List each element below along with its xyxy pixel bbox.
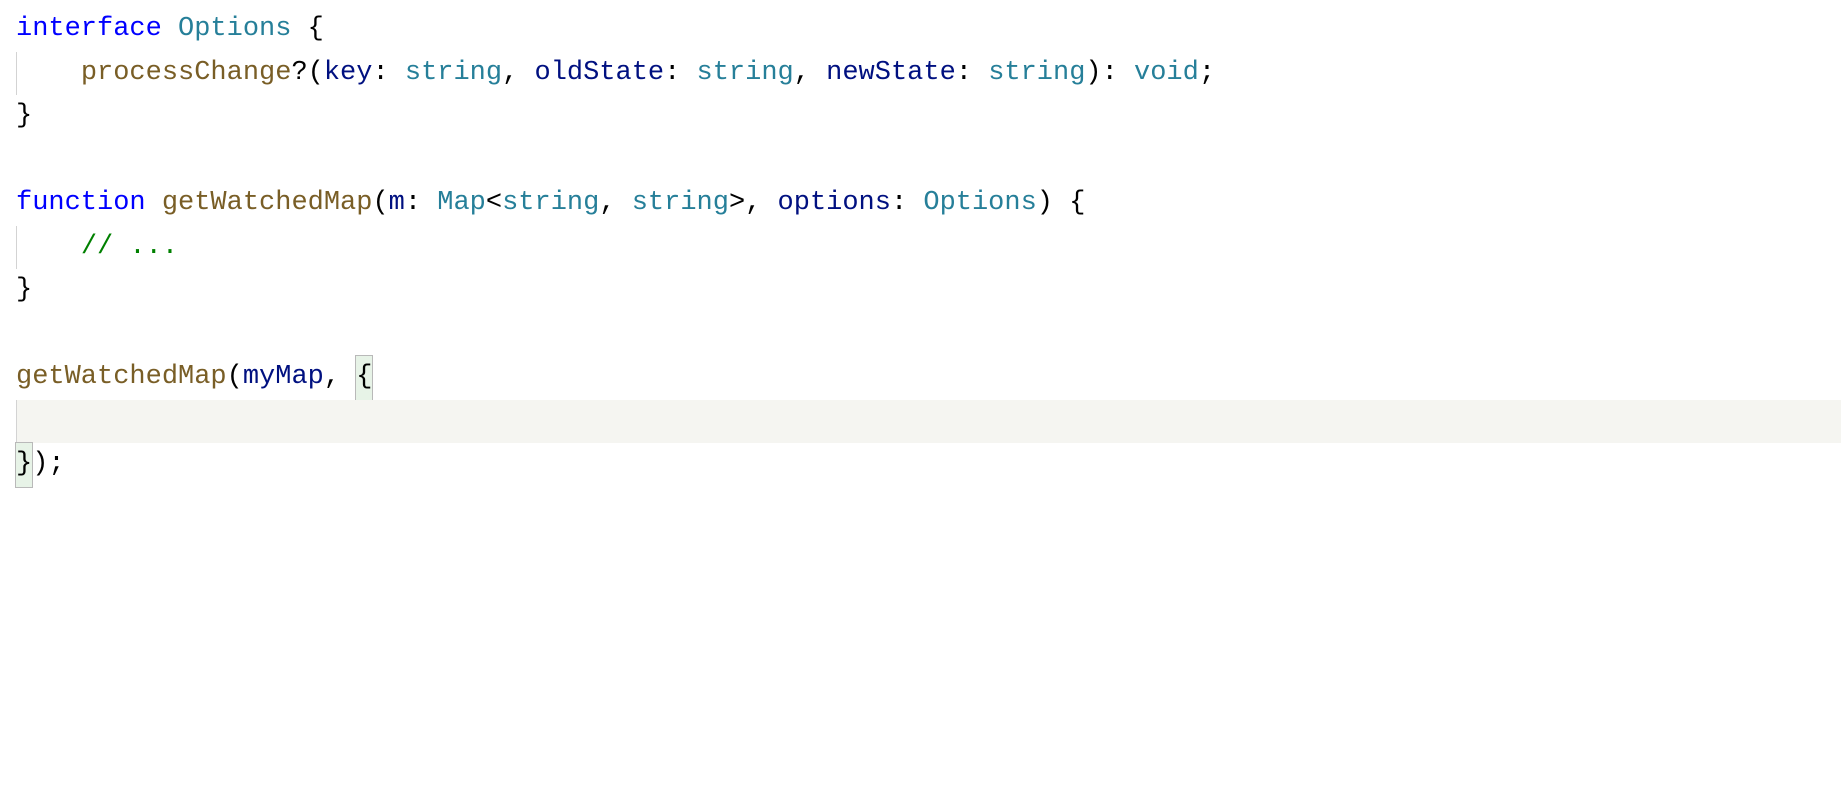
token-type: Options: [923, 188, 1036, 218]
code-line[interactable]: [16, 313, 1841, 357]
token-kw: interface: [16, 14, 162, 44]
code-line[interactable]: [16, 139, 1841, 183]
token-punct: ,: [502, 58, 534, 88]
token-punct: :: [372, 58, 404, 88]
token-param: newState: [826, 58, 956, 88]
indent-guide: [16, 226, 81, 270]
token-punct: ,: [599, 188, 631, 218]
token-punct: ;: [1199, 58, 1215, 88]
token-punct: );: [32, 449, 64, 479]
token: [162, 14, 178, 44]
token-punct: {: [308, 14, 324, 44]
token-punct: ):: [1085, 58, 1134, 88]
token-punct: (: [372, 188, 388, 218]
token-fn: getWatchedMap: [162, 188, 373, 218]
token-type: string: [988, 58, 1085, 88]
token-punct: ?(: [291, 58, 323, 88]
token: [146, 188, 162, 218]
code-line[interactable]: }: [16, 95, 1841, 139]
token-param: key: [324, 58, 373, 88]
code-line[interactable]: [16, 400, 1841, 444]
token-punct: }: [15, 442, 33, 488]
code-line[interactable]: processChange?(key: string, oldState: st…: [16, 52, 1841, 96]
code-line[interactable]: function getWatchedMap(m: Map<string, st…: [16, 182, 1841, 226]
token-type: string: [632, 188, 729, 218]
token-punct: ,: [324, 362, 356, 392]
token-punct: :: [956, 58, 988, 88]
indent-guide: [16, 52, 81, 96]
code-line[interactable]: getWatchedMap(myMap, {: [16, 356, 1841, 400]
token-type: string: [502, 188, 599, 218]
token-punct: >,: [729, 188, 778, 218]
token-fn: getWatchedMap: [16, 362, 227, 392]
token-param: m: [389, 188, 405, 218]
token-type: Options: [178, 14, 291, 44]
code-line[interactable]: // ...: [16, 226, 1841, 270]
token-kw: function: [16, 188, 146, 218]
token-type: string: [405, 58, 502, 88]
token-type: Map: [437, 188, 486, 218]
token-punct: ,: [794, 58, 826, 88]
token-type: string: [697, 58, 794, 88]
indent-guide: [16, 400, 81, 444]
token-param: myMap: [243, 362, 324, 392]
code-line[interactable]: interface Options {: [16, 8, 1841, 52]
token-punct: :: [664, 58, 696, 88]
token-punct: (: [227, 362, 243, 392]
token-punct: }: [16, 101, 32, 131]
token-punct: <: [486, 188, 502, 218]
code-line[interactable]: });: [16, 443, 1841, 487]
code-line[interactable]: }: [16, 269, 1841, 313]
token-comment: // ...: [81, 232, 178, 262]
token-punct: :: [405, 188, 437, 218]
token-punct: {: [355, 355, 373, 401]
token-param: oldState: [535, 58, 665, 88]
token-param: options: [778, 188, 891, 218]
token-punct: ) {: [1037, 188, 1086, 218]
token-punct: :: [891, 188, 923, 218]
token-type: void: [1134, 58, 1199, 88]
token: [291, 14, 307, 44]
code-editor[interactable]: interface Options { processChange?(key: …: [0, 0, 1841, 487]
token-fn: processChange: [81, 58, 292, 88]
token-punct: }: [16, 275, 32, 305]
